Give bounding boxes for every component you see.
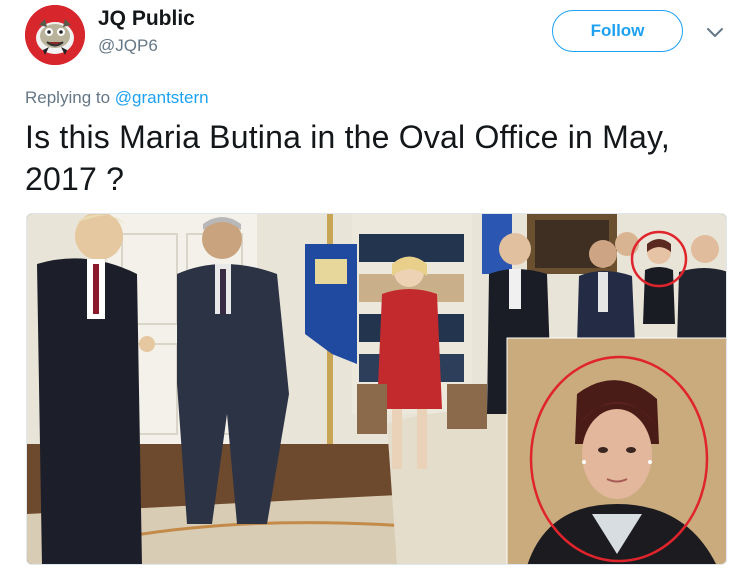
user-handle[interactable]: @JQP6: [98, 36, 158, 56]
reply-mention-link[interactable]: @grantstern: [115, 88, 209, 107]
follow-button[interactable]: Follow: [552, 10, 683, 52]
tweet-text: Is this Maria Butina in the Oval Office …: [25, 119, 670, 197]
avatar[interactable]: [25, 5, 85, 65]
oval-office-photo: [27, 214, 726, 564]
cartoon-mascot-avatar-icon: [25, 5, 85, 65]
replying-to-label: Replying to: [25, 88, 115, 107]
replying-to-line: Replying to @grantstern: [25, 88, 209, 108]
tweet-header: JQ Public @JQP6 Follow: [0, 0, 738, 80]
tweet-photo[interactable]: [26, 213, 727, 565]
chevron-down-icon[interactable]: [703, 20, 727, 44]
display-name[interactable]: JQ Public: [98, 7, 195, 31]
